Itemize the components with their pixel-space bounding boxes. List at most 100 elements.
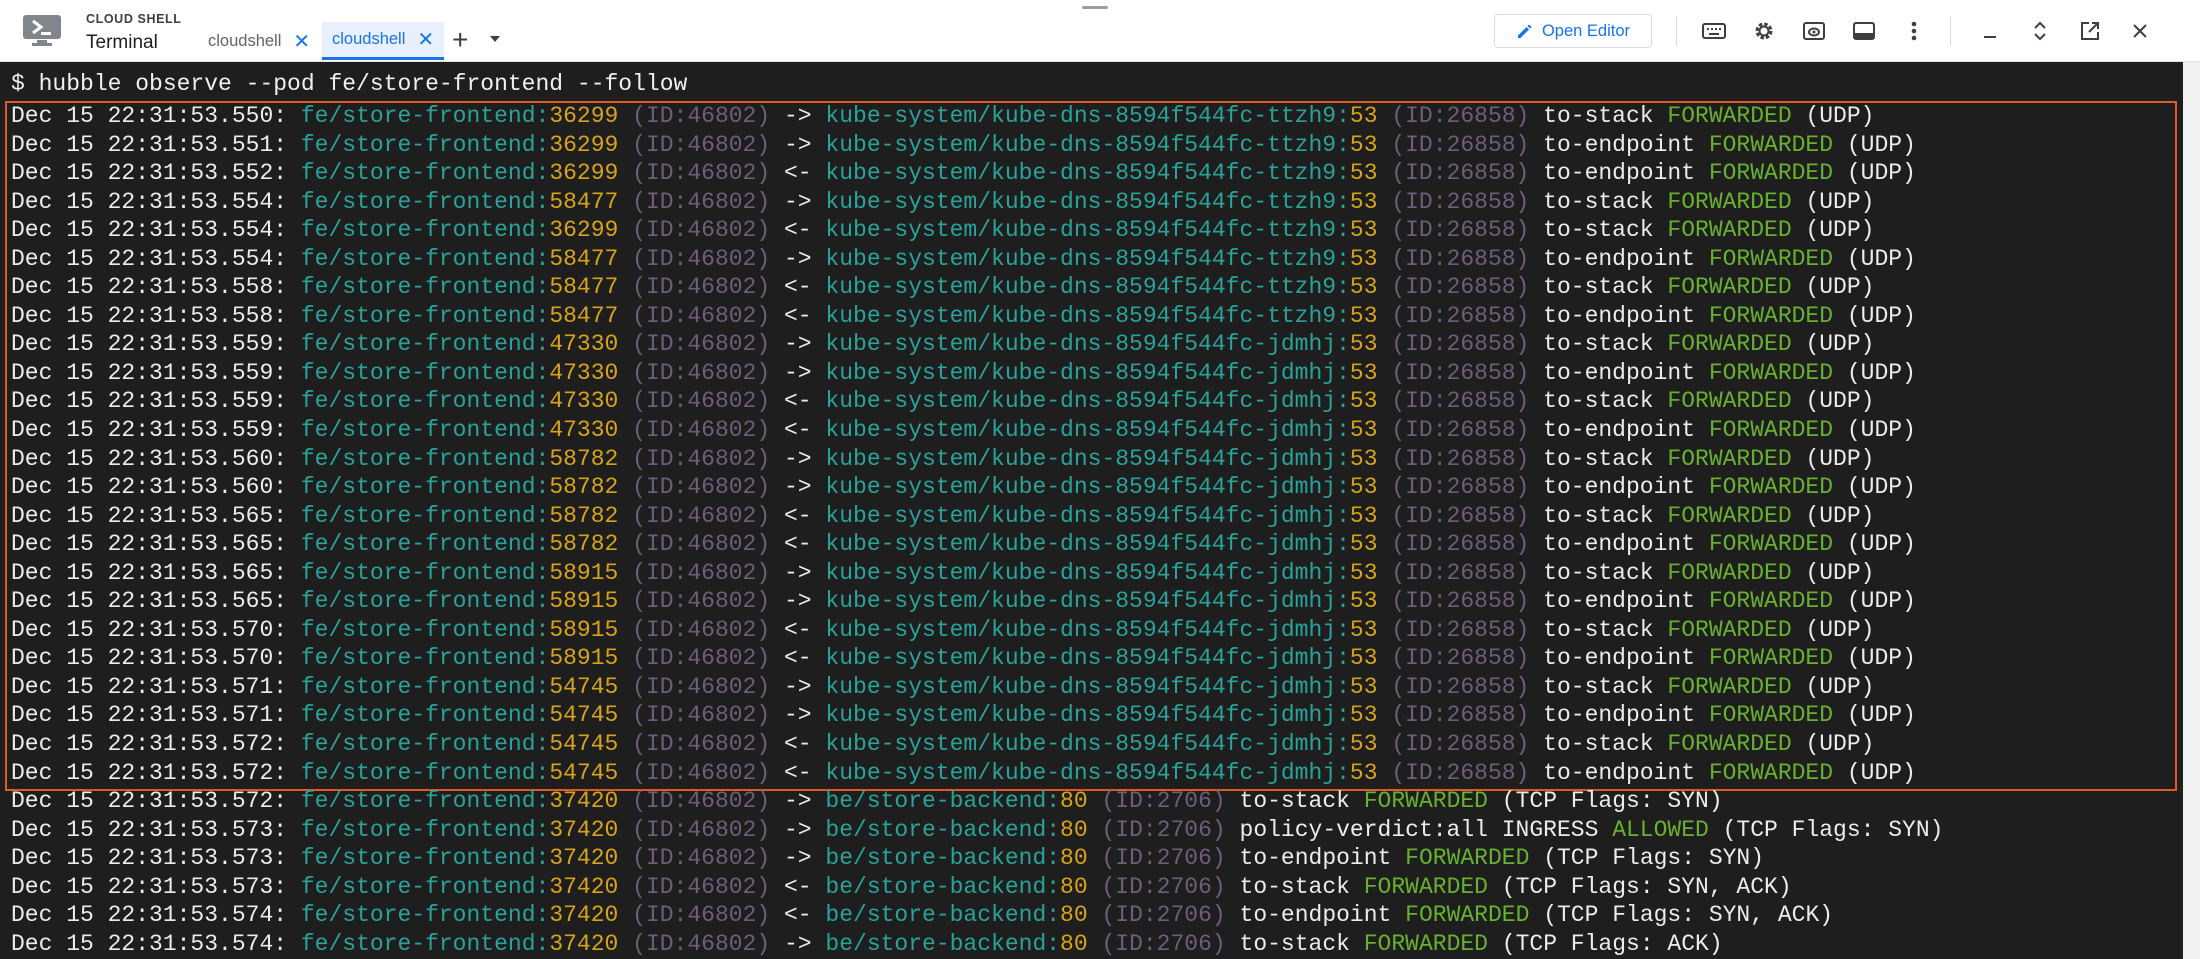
source-endpoint: fe/store-frontend:	[300, 559, 550, 586]
protocol-info: (UDP)	[1846, 160, 1916, 187]
flow-verdict: FORWARDED	[1708, 474, 1834, 501]
pencil-icon	[1517, 24, 1532, 38]
close-icon[interactable]	[2124, 15, 2156, 47]
more-vert-icon[interactable]	[1898, 15, 1930, 47]
log-timestamp: Dec 15 22:31:53.573:	[11, 845, 288, 872]
destination-endpoint: be/store-backend:	[825, 845, 1061, 872]
destination-identity: (ID:2706)	[1101, 930, 1226, 957]
flow-direction: ->	[783, 103, 812, 129]
destination-identity: (ID:26858)	[1391, 274, 1530, 301]
flow-direction: <-	[783, 531, 812, 558]
protocol-info: (UDP)	[1805, 673, 1875, 700]
flow-direction: ->	[783, 245, 812, 272]
observation-point: to-endpoint	[1543, 359, 1695, 386]
protocol-info: (UDP)	[1805, 502, 1875, 529]
flow-verdict: FORWARDED	[1667, 616, 1792, 643]
close-tab-icon[interactable]: ✕	[293, 29, 310, 54]
source-endpoint: fe/store-frontend:	[300, 445, 550, 472]
destination-endpoint: kube-system/kube-dns-8594f544fc-ttzh9:	[825, 103, 1350, 129]
source-identity: (ID:46802)	[632, 702, 771, 729]
source-port: 36299	[549, 217, 619, 244]
destination-port: 80	[1060, 816, 1088, 843]
destination-identity: (ID:26858)	[1391, 388, 1530, 415]
observation-point: to-endpoint	[1543, 702, 1695, 729]
source-endpoint: fe/store-frontend:	[300, 245, 550, 272]
destination-endpoint: be/store-backend:	[825, 873, 1061, 900]
minimize-icon[interactable]	[1974, 15, 2006, 47]
source-port: 58915	[549, 588, 619, 615]
destination-identity: (ID:26858)	[1391, 245, 1530, 272]
log-line: Dec 15 22:31:53.559: fe/store-frontend:4…	[11, 359, 1943, 388]
protocol-info: (UDP)	[1846, 759, 1916, 786]
flow-verdict: FORWARDED	[1667, 331, 1792, 358]
source-identity: (ID:46802)	[632, 331, 771, 358]
destination-port: 53	[1349, 673, 1378, 700]
log-line: Dec 15 22:31:53.554: fe/store-frontend:3…	[11, 216, 1943, 245]
flow-verdict: FORWARDED	[1363, 930, 1488, 957]
destination-port: 53	[1349, 359, 1378, 386]
log-timestamp: Dec 15 22:31:53.559:	[11, 388, 288, 415]
protocol-info: (UDP)	[1805, 559, 1875, 586]
observation-point: to-stack	[1543, 616, 1654, 643]
log-timestamp: Dec 15 22:31:53.554:	[11, 188, 288, 215]
drag-handle[interactable]	[1082, 6, 1108, 9]
terminal-layout-icon[interactable]	[1848, 15, 1880, 47]
tab-menu-dropdown-icon[interactable]	[490, 36, 500, 42]
source-port: 47330	[549, 359, 619, 386]
log-line: Dec 15 22:31:53.573: fe/store-frontend:3…	[11, 873, 1943, 902]
observation-point: to-stack	[1543, 274, 1654, 301]
source-identity: (ID:46802)	[632, 845, 771, 872]
protocol-info: (UDP)	[1846, 131, 1916, 158]
protocol-info: (TCP Flags: SYN, ACK)	[1543, 902, 1834, 929]
source-identity: (ID:46802)	[632, 217, 771, 244]
tab-cloudshell-1[interactable]: cloudshell ✕	[196, 22, 322, 60]
log-timestamp: Dec 15 22:31:53.574:	[11, 902, 288, 929]
source-port: 54745	[549, 702, 619, 729]
log-timestamp: Dec 15 22:31:53.573:	[11, 873, 288, 900]
maximize-icon[interactable]	[2024, 15, 2056, 47]
destination-port: 53	[1349, 103, 1378, 129]
terminal-scrollbar[interactable]	[2183, 62, 2200, 959]
flow-direction: <-	[783, 160, 812, 187]
log-timestamp: Dec 15 22:31:53.560:	[11, 474, 288, 501]
destination-endpoint: kube-system/kube-dns-8594f544fc-ttzh9:	[825, 245, 1350, 272]
protocol-info: (UDP)	[1846, 588, 1916, 615]
log-timestamp: Dec 15 22:31:53.572:	[11, 788, 288, 815]
source-endpoint: fe/store-frontend:	[300, 816, 550, 843]
observation-point: to-endpoint	[1543, 160, 1695, 187]
protocol-info: (UDP)	[1805, 731, 1875, 758]
destination-identity: (ID:2706)	[1101, 873, 1226, 900]
log-line: Dec 15 22:31:53.570: fe/store-frontend:5…	[11, 616, 1943, 645]
log-timestamp: Dec 15 22:31:53.565:	[11, 559, 288, 586]
close-tab-icon[interactable]: ✕	[417, 27, 434, 52]
source-port: 54745	[549, 731, 619, 758]
keyboard-icon[interactable]	[1698, 15, 1730, 47]
source-port: 58915	[549, 616, 619, 643]
destination-identity: (ID:26858)	[1391, 359, 1530, 386]
protocol-info: (UDP)	[1805, 274, 1875, 301]
log-line: Dec 15 22:31:53.574: fe/store-frontend:3…	[11, 930, 1943, 959]
flow-direction: <-	[783, 388, 812, 415]
source-port: 58477	[549, 302, 619, 329]
preview-icon[interactable]	[1798, 15, 1830, 47]
observation-point: to-stack	[1239, 788, 1350, 815]
source-port: 36299	[549, 131, 619, 158]
source-port: 47330	[549, 417, 619, 444]
open-editor-button[interactable]: Open Editor	[1494, 14, 1652, 48]
flow-verdict: FORWARDED	[1363, 788, 1488, 815]
open-new-window-icon[interactable]	[2074, 15, 2106, 47]
log-timestamp: Dec 15 22:31:53.572:	[11, 759, 288, 786]
gear-icon[interactable]	[1748, 15, 1780, 47]
flow-verdict: FORWARDED	[1708, 359, 1834, 386]
add-tab-button[interactable]: +	[452, 22, 468, 58]
destination-endpoint: kube-system/kube-dns-8594f544fc-ttzh9:	[825, 131, 1350, 158]
destination-identity: (ID:26858)	[1391, 673, 1530, 700]
log-line: Dec 15 22:31:53.554: fe/store-frontend:5…	[11, 245, 1943, 274]
flow-verdict: FORWARDED	[1708, 417, 1834, 444]
log-timestamp: Dec 15 22:31:53.560:	[11, 445, 288, 472]
protocol-info: (UDP)	[1846, 531, 1916, 558]
terminal-pane[interactable]: $ hubble observe --pod fe/store-frontend…	[0, 62, 2183, 959]
tab-cloudshell-2-active[interactable]: cloudshell ✕	[322, 22, 445, 60]
flow-direction: <-	[783, 902, 812, 929]
destination-port: 53	[1349, 502, 1378, 529]
